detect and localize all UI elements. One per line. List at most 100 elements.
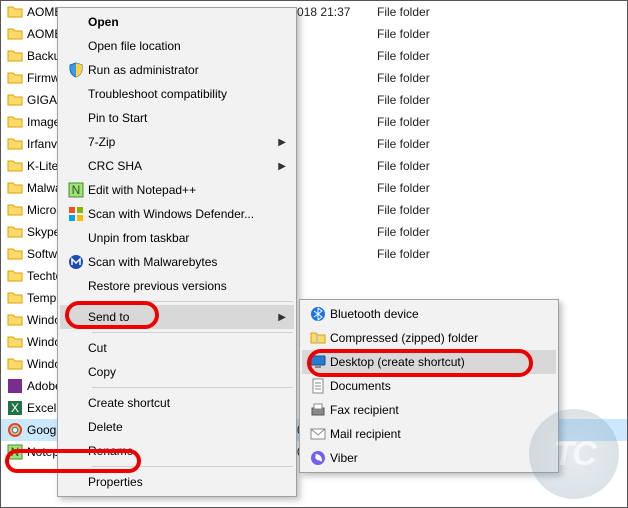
desk-icon — [306, 354, 330, 370]
menu-item[interactable]: Copy — [60, 360, 294, 384]
folder-icon — [7, 92, 23, 108]
svg-text:N: N — [11, 445, 20, 459]
menu-item[interactable]: Bluetooth device — [302, 302, 556, 326]
menu-item[interactable]: Mail recipient — [302, 422, 556, 446]
menu-item[interactable]: Run as administrator — [60, 58, 294, 82]
folder-icon — [7, 70, 23, 86]
menu-item[interactable]: Properties — [60, 470, 294, 494]
svg-text:N: N — [72, 183, 81, 197]
svg-text:X: X — [11, 401, 19, 415]
menu-item[interactable]: Troubleshoot compatibility — [60, 82, 294, 106]
menu-item[interactable]: Restore previous versions — [60, 274, 294, 298]
file-type: File folder — [377, 225, 477, 239]
menu-item-label: Desktop (create shortcut) — [330, 355, 530, 369]
menu-item-label: Scan with Windows Defender... — [88, 207, 268, 221]
watermark: TC — [553, 435, 594, 474]
folder-icon — [7, 4, 23, 20]
menu-item[interactable]: Fax recipient — [302, 398, 556, 422]
menu-item-label: Bluetooth device — [330, 307, 530, 321]
folder-icon — [7, 268, 23, 284]
submenu-arrow-icon: ▶ — [278, 312, 286, 323]
menu-item-label: Cut — [88, 341, 268, 355]
file-type: File folder — [377, 93, 477, 107]
docs-icon — [306, 378, 330, 394]
file-type: File folder — [377, 5, 477, 19]
defender-icon — [64, 206, 88, 222]
zip-icon — [306, 330, 330, 346]
file-type: File folder — [377, 181, 477, 195]
menu-item-label: Copy — [88, 365, 268, 379]
file-type: File folder — [377, 49, 477, 63]
menu-item-label: Delete — [88, 420, 268, 434]
file-type: File folder — [377, 159, 477, 173]
menu-item[interactable]: Desktop (create shortcut) — [302, 350, 556, 374]
menu-item[interactable]: Rename — [60, 439, 294, 463]
submenu-arrow-icon: ▶ — [278, 161, 286, 172]
menu-item-label: 7-Zip — [88, 135, 268, 149]
app-npp-icon: N — [7, 444, 23, 460]
menu-separator — [92, 466, 293, 467]
folder-icon — [7, 312, 23, 328]
menu-item-label: Troubleshoot compatibility — [88, 87, 268, 101]
menu-item[interactable]: Unpin from taskbar — [60, 226, 294, 250]
menu-item[interactable]: Create shortcut — [60, 391, 294, 415]
menu-item[interactable]: NEdit with Notepad++ — [60, 178, 294, 202]
menu-item[interactable]: Delete — [60, 415, 294, 439]
menu-item-label: Open — [88, 15, 268, 29]
menu-item[interactable]: CRC SHA▶ — [60, 154, 294, 178]
menu-separator — [92, 301, 293, 302]
menu-item-label: Create shortcut — [88, 396, 268, 410]
folder-icon — [7, 246, 23, 262]
menu-item-label: Documents — [330, 379, 530, 393]
file-type: File folder — [377, 27, 477, 41]
menu-item[interactable]: Open — [60, 10, 294, 34]
app-chrome-icon — [7, 422, 23, 438]
menu-item-label: Scan with Malwarebytes — [88, 255, 268, 269]
shield-icon — [64, 62, 88, 78]
submenu-arrow-icon: ▶ — [278, 137, 286, 148]
menu-item[interactable]: Scan with Malwarebytes — [60, 250, 294, 274]
menu-item[interactable]: Documents — [302, 374, 556, 398]
menu-item-label: Compressed (zipped) folder — [330, 331, 530, 345]
folder-icon — [7, 114, 23, 130]
menu-item[interactable]: Open file location — [60, 34, 294, 58]
menu-item[interactable]: Viber — [302, 446, 556, 470]
menu-item-label: Open file location — [88, 39, 268, 53]
folder-icon — [7, 334, 23, 350]
file-type: File folder — [377, 247, 477, 261]
menu-item-label: Rename — [88, 444, 268, 458]
menu-item[interactable]: Pin to Start — [60, 106, 294, 130]
fax-icon — [306, 402, 330, 418]
file-type: File folder — [377, 71, 477, 85]
menu-item-label: Send to — [88, 310, 268, 324]
menu-item[interactable]: Cut — [60, 336, 294, 360]
app-purple-icon — [7, 378, 23, 394]
viber-icon — [306, 450, 330, 466]
menu-item[interactable]: Send to ▶ — [60, 305, 294, 329]
menu-separator — [92, 332, 293, 333]
folder-icon — [7, 202, 23, 218]
folder-icon — [7, 48, 23, 64]
folder-icon — [7, 224, 23, 240]
folder-icon — [7, 26, 23, 42]
menu-item-label: Viber — [330, 451, 530, 465]
folder-icon — [7, 356, 23, 372]
menu-item-label: Run as administrator — [88, 63, 268, 77]
folder-icon — [7, 180, 23, 196]
folder-icon — [7, 290, 23, 306]
app-green-icon: X — [7, 400, 23, 416]
menu-item-label: Unpin from taskbar — [88, 231, 268, 245]
menu-item[interactable]: 7-Zip ▶ — [60, 130, 294, 154]
mail-icon — [306, 426, 330, 442]
npp-icon: N — [64, 182, 88, 198]
folder-icon — [7, 158, 23, 174]
file-type: File folder — [377, 115, 477, 129]
file-type: File folder — [377, 137, 477, 151]
menu-item-label: Pin to Start — [88, 111, 268, 125]
mwb-icon — [64, 254, 88, 270]
menu-item-label: Fax recipient — [330, 403, 530, 417]
menu-item-label: Mail recipient — [330, 427, 530, 441]
menu-item[interactable]: Scan with Windows Defender... — [60, 202, 294, 226]
menu-separator — [92, 387, 293, 388]
menu-item[interactable]: Compressed (zipped) folder — [302, 326, 556, 350]
